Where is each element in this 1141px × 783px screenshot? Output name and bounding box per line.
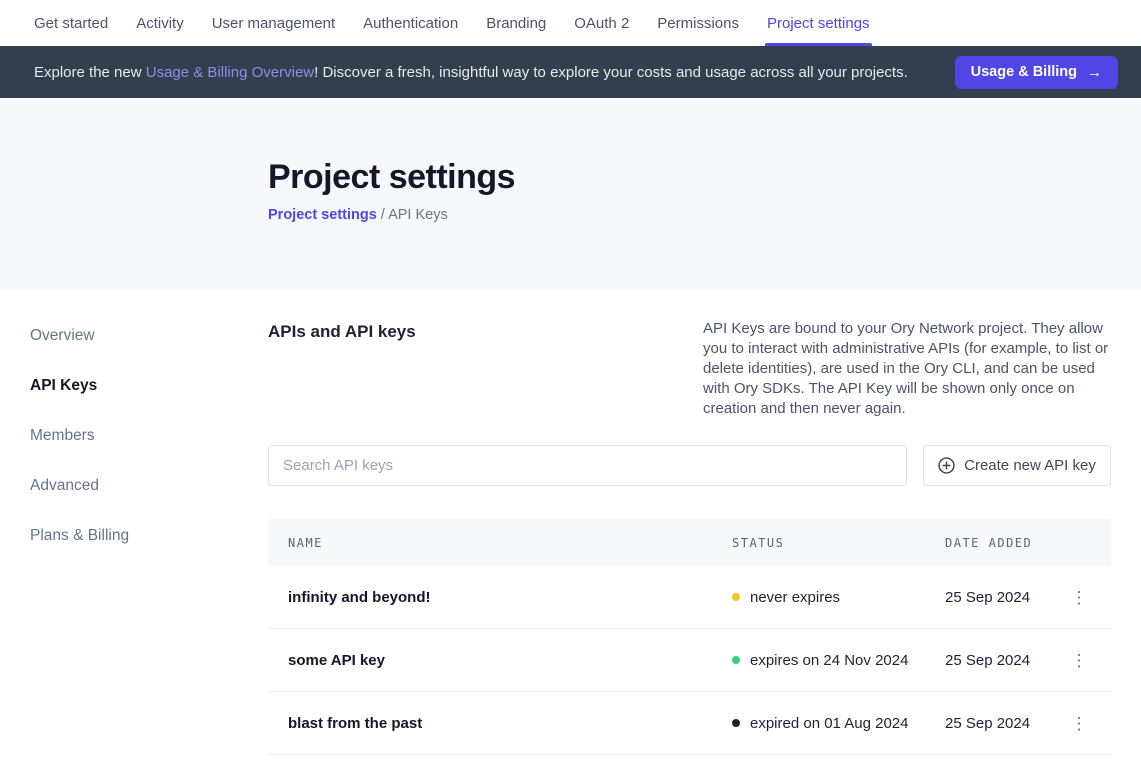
content-area: Overview API Keys Members Advanced Plans… — [0, 290, 1141, 755]
plus-circle-icon — [938, 457, 955, 474]
api-key-date-added: 25 Sep 2024 — [945, 715, 1063, 732]
tab-authentication[interactable]: Authentication — [363, 0, 458, 46]
table-header-row: NAME STATUS DATE ADDED — [268, 519, 1111, 566]
breadcrumb-current: API Keys — [388, 207, 448, 223]
api-key-status: expired on 01 Aug 2024 — [732, 715, 945, 732]
api-key-date-added: 25 Sep 2024 — [945, 589, 1063, 606]
create-api-key-button[interactable]: Create new API key — [923, 445, 1111, 486]
tab-permissions[interactable]: Permissions — [657, 0, 739, 46]
tab-project-settings[interactable]: Project settings — [767, 0, 870, 46]
banner-text-suffix: ! Discover a fresh, insightful way to ex… — [314, 64, 908, 81]
usage-billing-banner: Explore the new Usage & Billing Overview… — [0, 46, 1141, 98]
sidebar-item-api-keys[interactable]: API Keys — [30, 377, 268, 395]
tab-oauth2[interactable]: OAuth 2 — [574, 0, 629, 46]
status-text: expired on 01 Aug 2024 — [750, 715, 908, 732]
section-heading: APIs and API keys — [268, 319, 416, 342]
section-intro: APIs and API keys API Keys are bound to … — [268, 319, 1111, 419]
api-key-name: infinity and beyond! — [288, 589, 732, 606]
api-key-name: some API key — [288, 652, 732, 669]
breadcrumb: Project settings / API Keys — [268, 207, 1141, 223]
search-input[interactable] — [268, 445, 907, 486]
kebab-menu-icon: ⋮ — [1071, 589, 1088, 606]
api-key-status: never expires — [732, 589, 945, 606]
row-actions-button[interactable]: ⋮ — [1063, 715, 1095, 732]
usage-billing-button-label: Usage & Billing — [971, 64, 1077, 80]
sidebar-item-overview[interactable]: Overview — [30, 327, 268, 345]
column-header-name: NAME — [288, 536, 732, 550]
usage-billing-overview-link[interactable]: Usage & Billing Overview — [146, 64, 314, 81]
table-row: blast from the past expired on 01 Aug 20… — [268, 692, 1111, 755]
table-row: some API key expires on 24 Nov 2024 25 S… — [268, 629, 1111, 692]
api-key-status: expires on 24 Nov 2024 — [732, 652, 945, 669]
main-panel: APIs and API keys API Keys are bound to … — [268, 319, 1141, 755]
status-text: expires on 24 Nov 2024 — [750, 652, 908, 669]
section-description: API Keys are bound to your Ory Network p… — [703, 319, 1111, 419]
settings-sidebar: Overview API Keys Members Advanced Plans… — [0, 319, 268, 755]
page-header: Project settings Project settings / API … — [0, 98, 1141, 290]
top-navigation: Get started Activity User management Aut… — [0, 0, 1141, 46]
sidebar-item-advanced[interactable]: Advanced — [30, 477, 268, 495]
status-dot — [732, 656, 740, 664]
status-dot — [732, 719, 740, 727]
row-actions-button[interactable]: ⋮ — [1063, 652, 1095, 669]
create-api-key-button-label: Create new API key — [964, 457, 1096, 474]
banner-message: Explore the new Usage & Billing Overview… — [34, 64, 955, 81]
usage-billing-button[interactable]: Usage & Billing → — [955, 56, 1118, 89]
table-controls: Create new API key — [268, 445, 1111, 486]
breadcrumb-project-settings-link[interactable]: Project settings — [268, 207, 377, 223]
row-actions-button[interactable]: ⋮ — [1063, 589, 1095, 606]
status-dot — [732, 593, 740, 601]
tab-activity[interactable]: Activity — [136, 0, 184, 46]
api-key-name: blast from the past — [288, 715, 732, 732]
status-text: never expires — [750, 589, 840, 606]
table-row: infinity and beyond! never expires 25 Se… — [268, 566, 1111, 629]
sidebar-item-plans-billing[interactable]: Plans & Billing — [30, 527, 268, 545]
breadcrumb-separator: / — [377, 207, 388, 223]
api-key-date-added: 25 Sep 2024 — [945, 652, 1063, 669]
column-header-date-added: DATE ADDED — [945, 536, 1063, 550]
column-header-status: STATUS — [732, 536, 945, 550]
arrow-right-icon: → — [1087, 64, 1102, 81]
tab-branding[interactable]: Branding — [486, 0, 546, 46]
kebab-menu-icon: ⋮ — [1071, 652, 1088, 669]
page-title: Project settings — [268, 158, 1141, 197]
api-keys-table: NAME STATUS DATE ADDED infinity and beyo… — [268, 519, 1111, 755]
tab-user-management[interactable]: User management — [212, 0, 335, 46]
kebab-menu-icon: ⋮ — [1071, 715, 1088, 732]
banner-text-prefix: Explore the new — [34, 64, 146, 81]
tab-get-started[interactable]: Get started — [34, 0, 108, 46]
sidebar-item-members[interactable]: Members — [30, 427, 268, 445]
